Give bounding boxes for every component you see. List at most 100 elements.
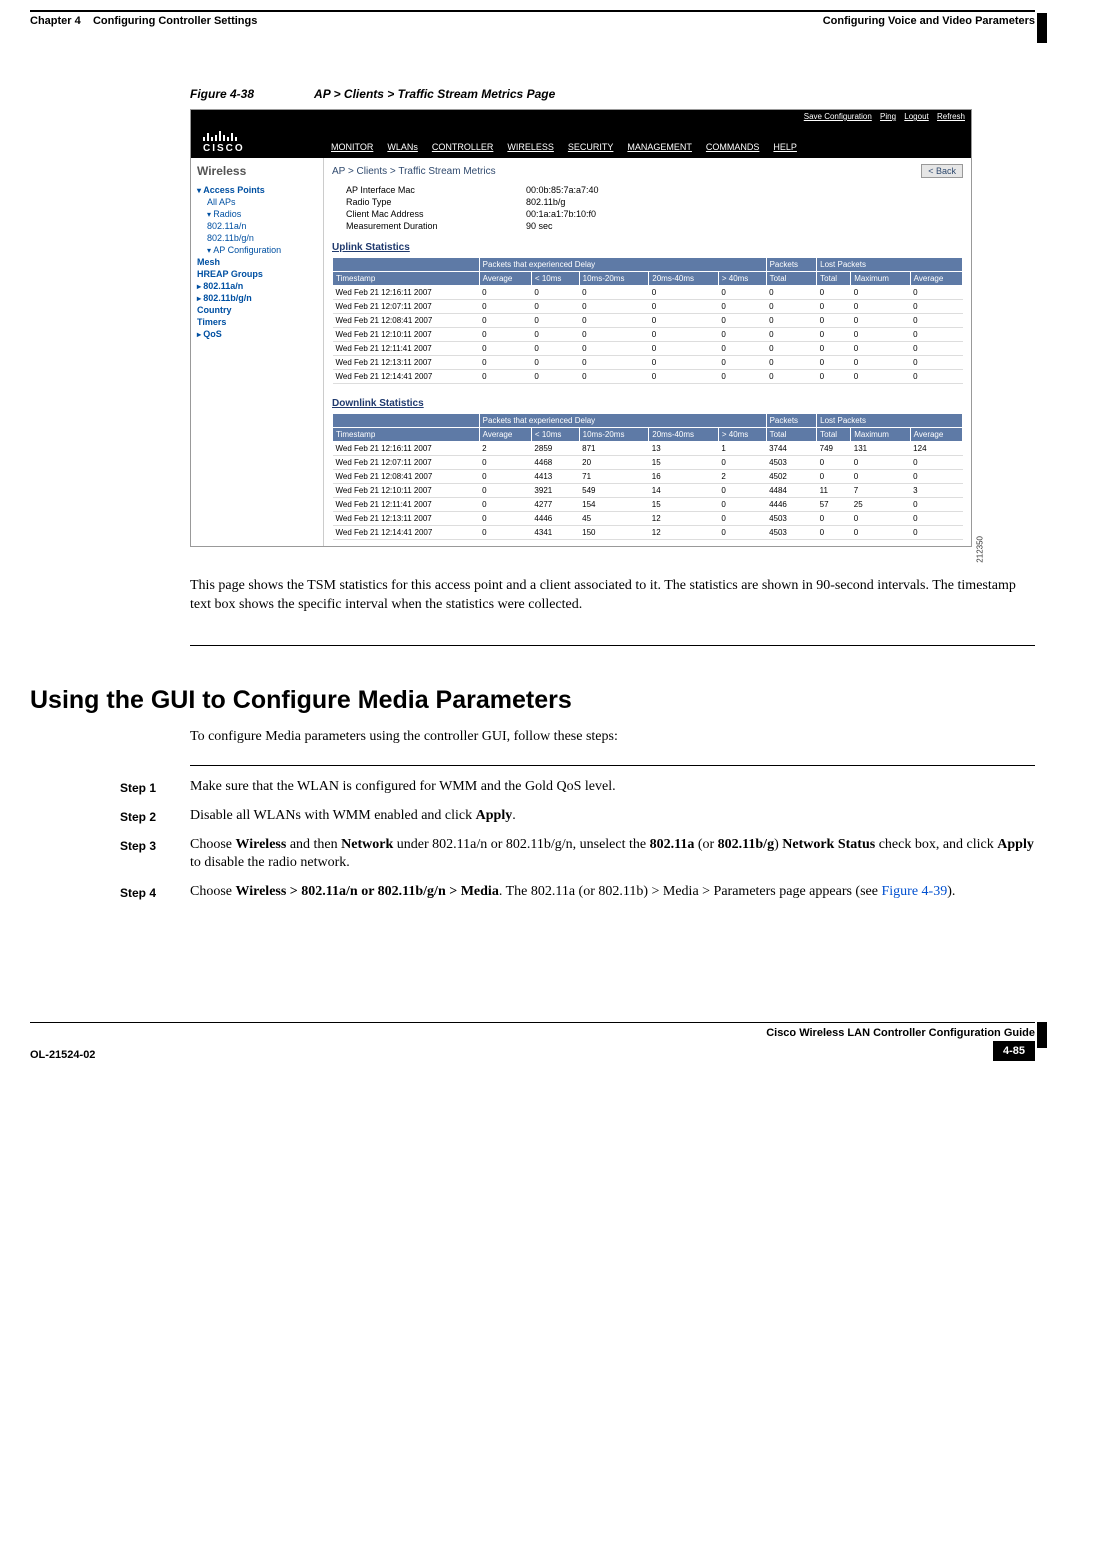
figure-title: AP > Clients > Traffic Stream Metrics Pa…: [314, 87, 555, 101]
sidebar-item[interactable]: HREAP Groups: [197, 268, 317, 280]
text: Choose: [190, 884, 236, 899]
col-header: < 10ms: [531, 272, 579, 286]
controller-screenshot: Save Configuration Ping Logout Refresh C…: [190, 109, 972, 547]
page-header: Chapter 4 Configuring Controller Setting…: [30, 15, 1035, 27]
info-label: Measurement Duration: [346, 221, 486, 231]
sidebar-item[interactable]: Timers: [197, 316, 317, 328]
menu-management[interactable]: MANAGEMENT: [627, 142, 692, 152]
col-header: Timestamp: [333, 428, 480, 442]
page-footer: OL-21524-02 Cisco Wireless LAN Controlle…: [30, 1022, 1035, 1061]
sidebar-title: Wireless: [197, 164, 317, 178]
step-body: Disable all WLANs with WMM enabled and c…: [190, 807, 516, 826]
main-menu: MONITOR WLANs CONTROLLER WIRELESS SECURITY MA…: [331, 142, 971, 158]
sidebar-item[interactable]: 802.11a/n: [197, 220, 317, 232]
refresh-link[interactable]: Refresh: [937, 112, 965, 121]
col-header: Average: [479, 428, 531, 442]
uplink-title: Uplink Statistics: [332, 242, 963, 253]
section-heading: Using the GUI to Configure Media Paramet…: [30, 686, 1035, 715]
step-label: Step 3: [120, 836, 172, 874]
menu-wireless[interactable]: WIRELESS: [507, 142, 554, 152]
col-header: Average: [910, 272, 962, 286]
table-row: Wed Feb 21 12:08:41 2007000000000: [333, 314, 963, 328]
info-value: 00:0b:85:7a:a7:40: [526, 185, 599, 195]
table-row: Wed Feb 21 12:16:11 20072285987113137447…: [333, 442, 963, 456]
table-row: Wed Feb 21 12:14:41 20070434115012045030…: [333, 526, 963, 540]
table-row: Wed Feb 21 12:16:11 2007000000000: [333, 286, 963, 300]
sidebar-item[interactable]: Country: [197, 304, 317, 316]
bold-text: Network: [341, 837, 393, 852]
save-config-link[interactable]: Save Configuration: [804, 112, 872, 121]
col-header: Maximum: [851, 428, 910, 442]
info-panel: AP Interface Mac 00:0b:85:7a:a7:40 Radio T…: [346, 184, 963, 232]
sidebar-item[interactable]: AP Configuration: [197, 244, 317, 256]
text: Make sure that the WLAN is configured fo…: [190, 779, 616, 794]
uplink-table: Packets that experienced DelayPacketsLos…: [332, 257, 963, 384]
info-label: Client Mac Address: [346, 209, 486, 219]
text: . The 802.11a (or 802.11b) > Media > Par…: [499, 884, 882, 899]
sidebar-item[interactable]: All APs: [197, 196, 317, 208]
back-button[interactable]: < Back: [921, 164, 963, 178]
col-header: 20ms-40ms: [649, 428, 719, 442]
info-label: Radio Type: [346, 197, 486, 207]
step-row: Step 4Choose Wireless > 802.11a/n or 802…: [120, 883, 1035, 902]
sidebar: Wireless Access PointsAll APsRadios802.1…: [191, 158, 324, 546]
cisco-logo: CISCO: [191, 125, 331, 158]
menu-help[interactable]: HELP: [773, 142, 797, 152]
table-row: Wed Feb 21 12:14:41 2007000000000: [333, 370, 963, 384]
bold-text: 802.11b/g: [718, 837, 774, 852]
info-value: 90 sec: [526, 221, 553, 231]
step-label: Step 4: [120, 883, 172, 902]
text: Disable all WLANs with WMM enabled and c…: [190, 808, 476, 823]
menu-monitor[interactable]: MONITOR: [331, 142, 373, 152]
header-marker: [1037, 13, 1047, 43]
figure-caption: Figure 4-38 AP > Clients > Traffic Stream…: [190, 87, 1035, 101]
bold-text: Network Status: [782, 837, 875, 852]
doc-id: OL-21524-02: [30, 1049, 95, 1061]
ping-link[interactable]: Ping: [880, 112, 896, 121]
table-row: Wed Feb 21 12:11:41 20070427715415044465…: [333, 498, 963, 512]
downlink-title: Downlink Statistics: [332, 398, 963, 409]
section-title: Configuring Voice and Video Parameters: [823, 15, 1035, 27]
top-actions: Save Configuration Ping Logout Refresh: [798, 112, 965, 121]
bold-text: 802.11a: [650, 837, 695, 852]
chapter-title: Configuring Controller Settings: [93, 15, 257, 27]
intro-text: To configure Media parameters using the …: [190, 729, 1035, 745]
steps-list: Step 1Make sure that the WLAN is configu…: [30, 778, 1035, 902]
text: Choose: [190, 837, 236, 852]
sidebar-item[interactable]: Access Points: [197, 184, 317, 196]
col-header: Total: [817, 428, 851, 442]
table-row: Wed Feb 21 12:11:41 2007000000000: [333, 342, 963, 356]
text: to disable the radio network.: [190, 855, 350, 870]
figure-code: 212350: [976, 536, 985, 563]
sidebar-item[interactable]: 802.11b/g/n: [197, 292, 317, 304]
logout-link[interactable]: Logout: [904, 112, 928, 121]
menu-commands[interactable]: COMMANDS: [706, 142, 760, 152]
figure-description: This page shows the TSM statistics for t…: [190, 577, 1035, 615]
menu-wlans[interactable]: WLANs: [387, 142, 418, 152]
col-header: Timestamp: [333, 272, 480, 286]
sidebar-item[interactable]: QoS: [197, 328, 317, 340]
col-header: > 40ms: [718, 428, 766, 442]
xref-link[interactable]: Figure 4-39: [881, 884, 947, 899]
footer-marker: [1037, 1022, 1047, 1048]
col-header: Average: [479, 272, 531, 286]
figure-label: Figure 4-38: [190, 87, 254, 101]
table-row: Wed Feb 21 12:13:11 20070444645120450300…: [333, 512, 963, 526]
sidebar-item[interactable]: 802.11a/n: [197, 280, 317, 292]
col-header: Total: [817, 272, 851, 286]
info-label: AP Interface Mac: [346, 185, 486, 195]
bold-text: Apply: [997, 837, 1034, 852]
sidebar-item[interactable]: 802.11b/g/n: [197, 232, 317, 244]
sidebar-item[interactable]: Mesh: [197, 256, 317, 268]
menu-controller[interactable]: CONTROLLER: [432, 142, 494, 152]
menu-security[interactable]: SECURITY: [568, 142, 614, 152]
step-label: Step 2: [120, 807, 172, 826]
info-value: 802.11b/g: [526, 197, 565, 207]
step-body: Make sure that the WLAN is configured fo…: [190, 778, 616, 797]
info-value: 00:1a:a1:7b:10:f0: [526, 209, 596, 219]
downlink-table: Packets that experienced DelayPacketsLos…: [332, 413, 963, 540]
table-row: Wed Feb 21 12:10:11 20070392154914044841…: [333, 484, 963, 498]
sidebar-item[interactable]: Radios: [197, 208, 317, 220]
text: check box, and click: [875, 837, 997, 852]
chapter-label: Chapter 4: [30, 15, 81, 27]
